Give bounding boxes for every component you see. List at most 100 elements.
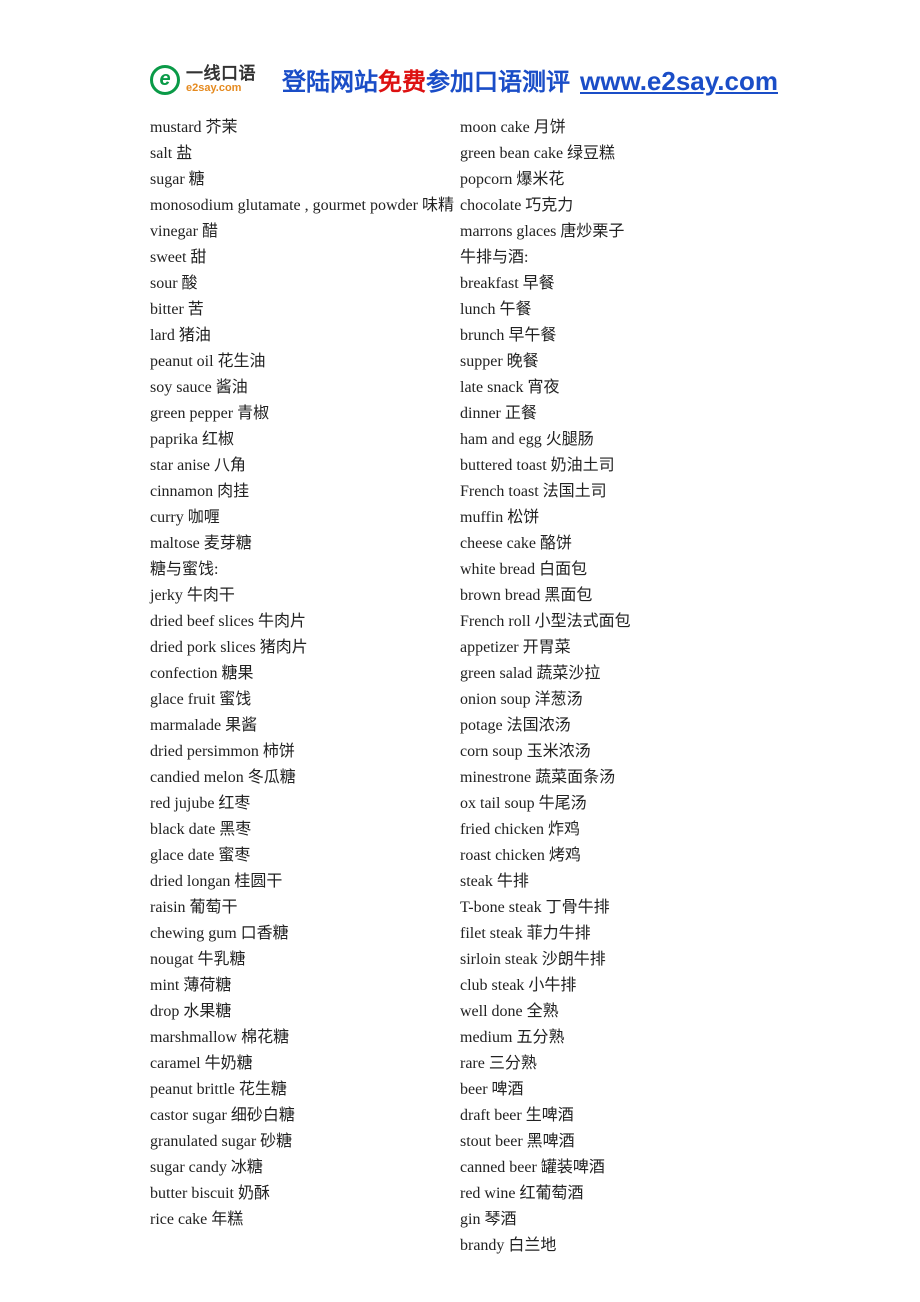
vocab-item: maltose 麦芽糖: [150, 531, 460, 557]
vocab-item: buttered toast 奶油土司: [460, 453, 770, 479]
vocab-item: mustard 芥茉: [150, 115, 460, 141]
vocab-item: cinnamon 肉挂: [150, 479, 460, 505]
promo-banner: 登陆网站 免费 参加口语测评 www.e2say.com: [282, 62, 778, 97]
vocab-item: butter biscuit 奶酥: [150, 1181, 460, 1207]
banner-seg-1: 登陆网站: [282, 62, 378, 97]
vocab-item: rice cake 年糕: [150, 1207, 460, 1233]
vocab-item: paprika 红椒: [150, 427, 460, 453]
vocab-item: jerky 牛肉干: [150, 583, 460, 609]
vocab-item: marmalade 果酱: [150, 713, 460, 739]
document-page: e 一线口语 e2say.com 登陆网站 免费 参加口语测评 www.e2sa…: [0, 0, 920, 1302]
banner-seg-2: 免费: [378, 62, 426, 97]
vocab-item: peanut brittle 花生糖: [150, 1077, 460, 1103]
vocab-item: glace date 蜜枣: [150, 843, 460, 869]
logo-cn-text: 一线口语: [186, 65, 256, 82]
vocab-item: red wine 红葡萄酒: [460, 1181, 770, 1207]
banner-url-link[interactable]: www.e2say.com: [580, 66, 778, 97]
vocab-item: canned beer 罐装啤酒: [460, 1155, 770, 1181]
vocab-item: 牛排与酒:: [460, 245, 770, 271]
vocab-item: dried pork slices 猪肉片: [150, 635, 460, 661]
vocab-item: bitter 苦: [150, 297, 460, 323]
page-header: e 一线口语 e2say.com 登陆网站 免费 参加口语测评 www.e2sa…: [150, 62, 770, 97]
vocab-item: gin 琴酒: [460, 1207, 770, 1233]
vocab-item: popcorn 爆米花: [460, 167, 770, 193]
vocab-item: brandy 白兰地: [460, 1233, 770, 1259]
vocab-item: late snack 宵夜: [460, 375, 770, 401]
vocab-item: sweet 甜: [150, 245, 460, 271]
vocab-item: peanut oil 花生油: [150, 349, 460, 375]
vocab-item: supper 晚餐: [460, 349, 770, 375]
vocab-item: ham and egg 火腿肠: [460, 427, 770, 453]
vocab-item: white bread 白面包: [460, 557, 770, 583]
vocab-item: soy sauce 酱油: [150, 375, 460, 401]
vocab-item: curry 咖喱: [150, 505, 460, 531]
vocab-item: dried beef slices 牛肉片: [150, 609, 460, 635]
vocab-item: black date 黑枣: [150, 817, 460, 843]
vocab-item: brunch 早午餐: [460, 323, 770, 349]
vocab-item: monosodium glutamate , gourmet powder 味精: [150, 193, 460, 219]
logo-mark-icon: e: [150, 65, 180, 95]
vocab-item: French toast 法国土司: [460, 479, 770, 505]
vocab-item: green bean cake 绿豆糕: [460, 141, 770, 167]
vocab-item: drop 水果糖: [150, 999, 460, 1025]
vocab-item: marshmallow 棉花糖: [150, 1025, 460, 1051]
vocab-item: breakfast 早餐: [460, 271, 770, 297]
vocab-item: green pepper 青椒: [150, 401, 460, 427]
vocab-item: raisin 葡萄干: [150, 895, 460, 921]
vocab-item: sugar 糖: [150, 167, 460, 193]
vocab-item: sirloin steak 沙朗牛排: [460, 947, 770, 973]
vocab-item: appetizer 开胃菜: [460, 635, 770, 661]
vocab-item: chocolate 巧克力: [460, 193, 770, 219]
vocab-item: onion soup 洋葱汤: [460, 687, 770, 713]
vocab-column-right: moon cake 月饼green bean cake 绿豆糕popcorn 爆…: [460, 115, 770, 1259]
vocab-item: dried longan 桂圆干: [150, 869, 460, 895]
vocab-item: brown bread 黑面包: [460, 583, 770, 609]
vocab-item: vinegar 醋: [150, 219, 460, 245]
vocab-item: beer 啤酒: [460, 1077, 770, 1103]
vocab-item: salt 盐: [150, 141, 460, 167]
vocab-item: rare 三分熟: [460, 1051, 770, 1077]
vocab-item: green salad 蔬菜沙拉: [460, 661, 770, 687]
vocab-item: lunch 午餐: [460, 297, 770, 323]
vocab-item: draft beer 生啤酒: [460, 1103, 770, 1129]
vocab-item: potage 法国浓汤: [460, 713, 770, 739]
vocab-item: marrons glaces 唐炒栗子: [460, 219, 770, 245]
vocab-item: French roll 小型法式面包: [460, 609, 770, 635]
vocab-item: confection 糖果: [150, 661, 460, 687]
vocab-item: fried chicken 炸鸡: [460, 817, 770, 843]
vocab-item: ox tail soup 牛尾汤: [460, 791, 770, 817]
vocab-item: corn soup 玉米浓汤: [460, 739, 770, 765]
vocab-column-left: mustard 芥茉salt 盐sugar 糖monosodium glutam…: [150, 115, 460, 1259]
logo-text: 一线口语 e2say.com: [186, 65, 256, 94]
vocab-item: steak 牛排: [460, 869, 770, 895]
vocab-item: well done 全熟: [460, 999, 770, 1025]
vocab-item: candied melon 冬瓜糖: [150, 765, 460, 791]
vocab-item: castor sugar 细砂白糖: [150, 1103, 460, 1129]
vocab-item: sugar candy 冰糖: [150, 1155, 460, 1181]
site-logo: e 一线口语 e2say.com: [150, 65, 256, 95]
vocab-item: glace fruit 蜜饯: [150, 687, 460, 713]
vocab-item: minestrone 蔬菜面条汤: [460, 765, 770, 791]
vocab-item: red jujube 红枣: [150, 791, 460, 817]
vocab-item: sour 酸: [150, 271, 460, 297]
vocab-item: T-bone steak 丁骨牛排: [460, 895, 770, 921]
logo-en-text: e2say.com: [186, 83, 256, 94]
vocab-item: granulated sugar 砂糖: [150, 1129, 460, 1155]
vocab-item: dinner 正餐: [460, 401, 770, 427]
vocab-item: star anise 八角: [150, 453, 460, 479]
vocab-item: mint 薄荷糖: [150, 973, 460, 999]
banner-seg-3: 参加口语测评: [426, 62, 570, 97]
vocab-item: roast chicken 烤鸡: [460, 843, 770, 869]
vocab-item: nougat 牛乳糖: [150, 947, 460, 973]
vocab-columns: mustard 芥茉salt 盐sugar 糖monosodium glutam…: [150, 115, 770, 1259]
vocab-item: dried persimmon 柿饼: [150, 739, 460, 765]
vocab-item: cheese cake 酪饼: [460, 531, 770, 557]
vocab-item: muffin 松饼: [460, 505, 770, 531]
vocab-item: moon cake 月饼: [460, 115, 770, 141]
vocab-item: medium 五分熟: [460, 1025, 770, 1051]
vocab-item: caramel 牛奶糖: [150, 1051, 460, 1077]
vocab-item: lard 猪油: [150, 323, 460, 349]
vocab-item: club steak 小牛排: [460, 973, 770, 999]
vocab-item: 糖与蜜饯:: [150, 557, 460, 583]
vocab-item: stout beer 黑啤酒: [460, 1129, 770, 1155]
